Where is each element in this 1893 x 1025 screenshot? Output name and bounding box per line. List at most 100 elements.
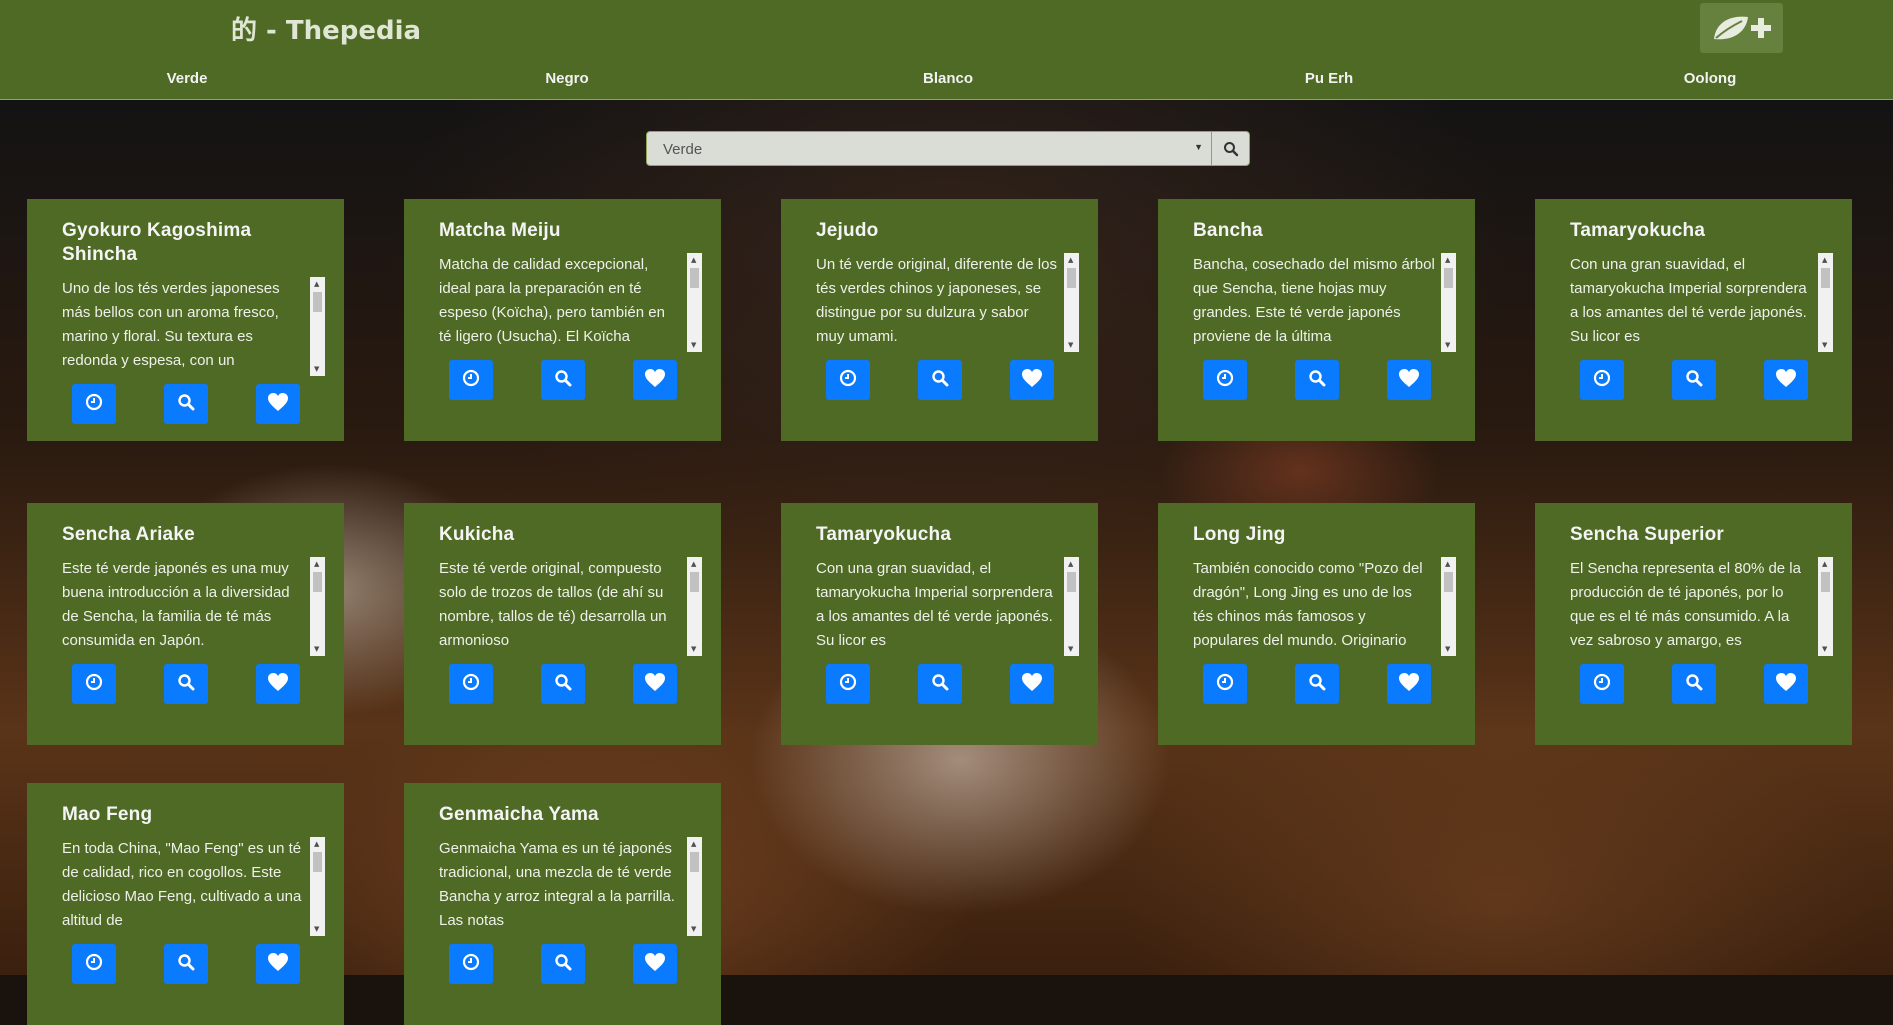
favorite-button[interactable] bbox=[633, 944, 677, 984]
schedule-button[interactable] bbox=[449, 360, 493, 400]
schedule-button[interactable] bbox=[826, 664, 870, 704]
schedule-button[interactable] bbox=[826, 360, 870, 400]
schedule-button[interactable] bbox=[1580, 664, 1624, 704]
tea-description-box[interactable]: El Sencha representa el 80% de la produc… bbox=[1570, 557, 1833, 656]
view-details-button[interactable] bbox=[918, 664, 962, 704]
favorite-button[interactable] bbox=[256, 944, 300, 984]
scrollbar-thumb[interactable] bbox=[1067, 572, 1076, 592]
scroll-up-icon[interactable]: ▲ bbox=[1445, 560, 1450, 568]
scroll-down-icon[interactable]: ▼ bbox=[314, 645, 319, 653]
tea-description-box[interactable]: Este té verde original, compuesto solo d… bbox=[439, 557, 702, 656]
view-details-button[interactable] bbox=[164, 384, 208, 424]
description-scrollbar[interactable]: ▲ ▼ bbox=[1064, 253, 1079, 352]
schedule-button[interactable] bbox=[1203, 664, 1247, 704]
favorite-button[interactable] bbox=[1010, 664, 1054, 704]
scroll-up-icon[interactable]: ▲ bbox=[1445, 256, 1450, 264]
view-details-button[interactable] bbox=[541, 664, 585, 704]
view-details-button[interactable] bbox=[1295, 360, 1339, 400]
scroll-down-icon[interactable]: ▼ bbox=[314, 365, 319, 373]
search-button[interactable] bbox=[1211, 131, 1250, 166]
scroll-down-icon[interactable]: ▼ bbox=[691, 341, 696, 349]
scroll-down-icon[interactable]: ▼ bbox=[1445, 341, 1450, 349]
tea-description-box[interactable]: Matcha de calidad excepcional, ideal par… bbox=[439, 253, 702, 352]
description-scrollbar[interactable]: ▲ ▼ bbox=[310, 557, 325, 656]
favorite-button[interactable] bbox=[1010, 360, 1054, 400]
scroll-up-icon[interactable]: ▲ bbox=[691, 840, 696, 848]
schedule-button[interactable] bbox=[72, 944, 116, 984]
category-select[interactable]: Verde ▼ bbox=[646, 131, 1212, 166]
scroll-up-icon[interactable]: ▲ bbox=[1068, 560, 1073, 568]
tea-description-box[interactable]: Con una gran suavidad, el tamaryokucha I… bbox=[1570, 253, 1833, 352]
tea-description-box[interactable]: Con una gran suavidad, el tamaryokucha I… bbox=[816, 557, 1079, 656]
description-scrollbar[interactable]: ▲ ▼ bbox=[687, 253, 702, 352]
scroll-down-icon[interactable]: ▼ bbox=[691, 925, 696, 933]
scroll-down-icon[interactable]: ▼ bbox=[1822, 341, 1827, 349]
scrollbar-thumb[interactable] bbox=[690, 268, 699, 288]
nav-link-pu-erh[interactable]: Pu Erh bbox=[1305, 70, 1353, 87]
scrollbar-thumb[interactable] bbox=[313, 852, 322, 872]
scrollbar-thumb[interactable] bbox=[313, 292, 322, 312]
schedule-button[interactable] bbox=[449, 944, 493, 984]
scrollbar-thumb[interactable] bbox=[313, 572, 322, 592]
nav-link-oolong[interactable]: Oolong bbox=[1684, 70, 1737, 87]
description-scrollbar[interactable]: ▲ ▼ bbox=[1818, 557, 1833, 656]
tea-description-box[interactable]: Uno de los tés verdes japoneses más bell… bbox=[62, 277, 325, 376]
scroll-down-icon[interactable]: ▼ bbox=[1445, 645, 1450, 653]
description-scrollbar[interactable]: ▲ ▼ bbox=[1818, 253, 1833, 352]
favorite-button[interactable] bbox=[633, 664, 677, 704]
scrollbar-thumb[interactable] bbox=[690, 852, 699, 872]
brand-title[interactable]: 的 - Thepedia bbox=[231, 10, 421, 47]
description-scrollbar[interactable]: ▲ ▼ bbox=[310, 837, 325, 936]
scroll-down-icon[interactable]: ▼ bbox=[314, 925, 319, 933]
add-tea-button[interactable] bbox=[1700, 3, 1783, 53]
favorite-button[interactable] bbox=[1387, 664, 1431, 704]
scroll-down-icon[interactable]: ▼ bbox=[1068, 341, 1073, 349]
scrollbar-thumb[interactable] bbox=[1821, 268, 1830, 288]
scrollbar-thumb[interactable] bbox=[1067, 268, 1076, 288]
scroll-up-icon[interactable]: ▲ bbox=[1822, 560, 1827, 568]
view-details-button[interactable] bbox=[1672, 360, 1716, 400]
description-scrollbar[interactable]: ▲ ▼ bbox=[687, 557, 702, 656]
scroll-up-icon[interactable]: ▲ bbox=[314, 560, 319, 568]
scroll-up-icon[interactable]: ▲ bbox=[1068, 256, 1073, 264]
description-scrollbar[interactable]: ▲ ▼ bbox=[687, 837, 702, 936]
description-scrollbar[interactable]: ▲ ▼ bbox=[1441, 253, 1456, 352]
view-details-button[interactable] bbox=[164, 944, 208, 984]
nav-link-verde[interactable]: Verde bbox=[167, 70, 208, 87]
tea-description-box[interactable]: Genmaicha Yama es un té japonés tradicio… bbox=[439, 837, 702, 936]
scrollbar-thumb[interactable] bbox=[690, 572, 699, 592]
schedule-button[interactable] bbox=[449, 664, 493, 704]
nav-link-negro[interactable]: Negro bbox=[545, 70, 588, 87]
scroll-down-icon[interactable]: ▼ bbox=[1068, 645, 1073, 653]
view-details-button[interactable] bbox=[541, 944, 585, 984]
view-details-button[interactable] bbox=[1295, 664, 1339, 704]
view-details-button[interactable] bbox=[1672, 664, 1716, 704]
schedule-button[interactable] bbox=[1580, 360, 1624, 400]
view-details-button[interactable] bbox=[164, 664, 208, 704]
favorite-button[interactable] bbox=[633, 360, 677, 400]
schedule-button[interactable] bbox=[72, 384, 116, 424]
scroll-down-icon[interactable]: ▼ bbox=[1822, 645, 1827, 653]
tea-description-box[interactable]: En toda China, "Mao Feng" es un té de ca… bbox=[62, 837, 325, 936]
scroll-up-icon[interactable]: ▲ bbox=[1822, 256, 1827, 264]
description-scrollbar[interactable]: ▲ ▼ bbox=[1441, 557, 1456, 656]
view-details-button[interactable] bbox=[918, 360, 962, 400]
scrollbar-thumb[interactable] bbox=[1444, 268, 1453, 288]
favorite-button[interactable] bbox=[256, 664, 300, 704]
tea-description-box[interactable]: Bancha, cosechado del mismo árbol que Se… bbox=[1193, 253, 1456, 352]
schedule-button[interactable] bbox=[72, 664, 116, 704]
favorite-button[interactable] bbox=[256, 384, 300, 424]
favorite-button[interactable] bbox=[1764, 360, 1808, 400]
favorite-button[interactable] bbox=[1387, 360, 1431, 400]
scroll-up-icon[interactable]: ▲ bbox=[691, 256, 696, 264]
tea-description-box[interactable]: También conocido como "Pozo del dragón",… bbox=[1193, 557, 1456, 656]
favorite-button[interactable] bbox=[1764, 664, 1808, 704]
nav-link-blanco[interactable]: Blanco bbox=[923, 70, 973, 87]
schedule-button[interactable] bbox=[1203, 360, 1247, 400]
description-scrollbar[interactable]: ▲ ▼ bbox=[310, 277, 325, 376]
scrollbar-thumb[interactable] bbox=[1821, 572, 1830, 592]
scrollbar-thumb[interactable] bbox=[1444, 572, 1453, 592]
view-details-button[interactable] bbox=[541, 360, 585, 400]
description-scrollbar[interactable]: ▲ ▼ bbox=[1064, 557, 1079, 656]
tea-description-box[interactable]: Un té verde original, diferente de los t… bbox=[816, 253, 1079, 352]
